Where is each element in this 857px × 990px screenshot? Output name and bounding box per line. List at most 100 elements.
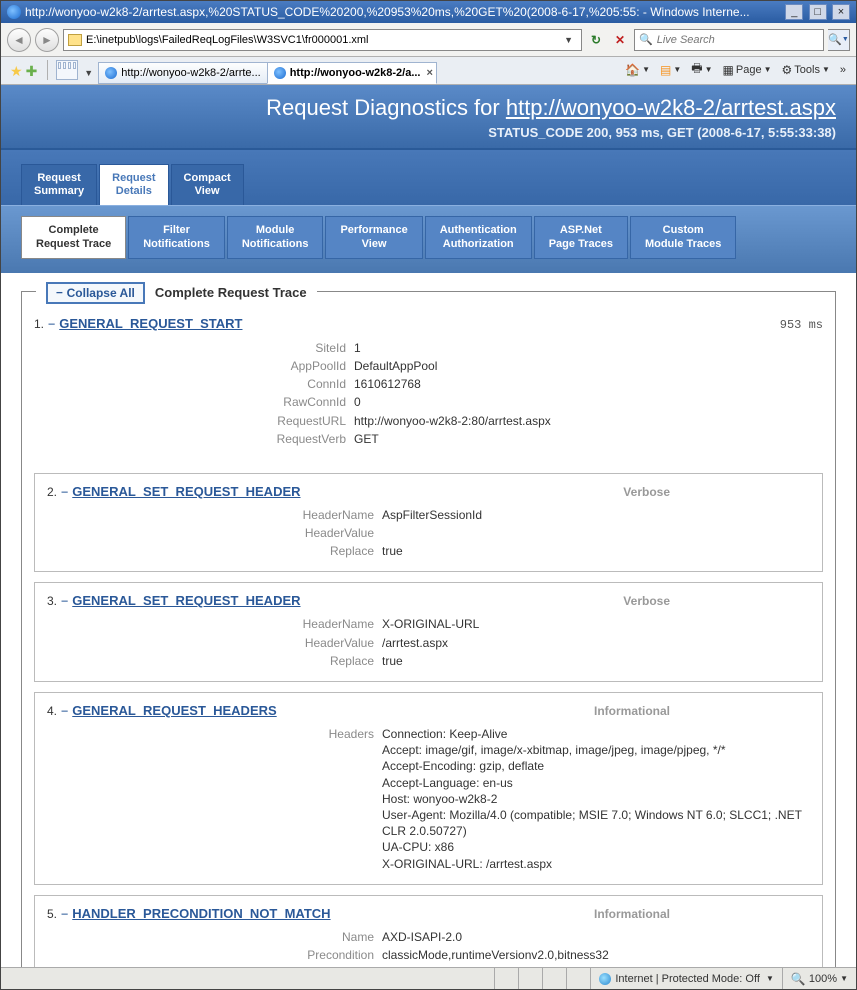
property-key: HeaderName — [47, 507, 382, 523]
property-value: X-ORIGINAL-URL — [382, 616, 810, 632]
property-value: AXD-ISAPI-2.0 — [382, 929, 810, 945]
property-row: PreconditionclassicMode,runtimeVersionv2… — [47, 947, 810, 963]
close-tab-icon[interactable]: × — [427, 67, 433, 79]
property-value: true — [382, 543, 810, 559]
sub-tab[interactable]: CustomModule Traces — [630, 216, 736, 258]
event-level: Verbose — [623, 485, 810, 499]
trace-event: 3.−GENERAL_SET_REQUEST_HEADERVerboseHead… — [34, 582, 823, 682]
sub-tab[interactable]: PerformanceView — [325, 216, 422, 258]
event-name[interactable]: GENERAL_SET_REQUEST_HEADER — [72, 593, 300, 608]
status-zone[interactable]: Internet | Protected Mode: Off ▼ — [590, 968, 782, 989]
feeds-button[interactable]: ▤▼ — [656, 63, 685, 77]
property-row: Replacetrue — [47, 543, 810, 559]
sub-tab[interactable]: CompleteRequest Trace — [21, 216, 126, 258]
event-number: 4. — [47, 704, 57, 718]
trace-fieldset: −Collapse All Complete Request Trace 1.−… — [21, 291, 836, 967]
minimize-button[interactable]: _ — [785, 4, 803, 20]
main-tab[interactable]: RequestDetails — [99, 164, 168, 205]
address-dropdown-icon[interactable]: ▼ — [560, 35, 577, 45]
main-tab[interactable]: CompactView — [171, 164, 244, 205]
request-url-link[interactable]: http://wonyoo-w2k8-2/arrtest.aspx — [506, 95, 836, 120]
refresh-button[interactable]: ↻ — [586, 30, 606, 50]
event-toggle[interactable]: − — [61, 594, 68, 608]
event-name[interactable]: GENERAL_REQUEST_HEADERS — [72, 703, 276, 718]
address-bar[interactable]: ▼ — [63, 29, 582, 51]
event-level: Informational — [594, 704, 810, 718]
property-row: RequestURLhttp://wonyoo-w2k8-2:80/arrtes… — [34, 413, 823, 429]
sub-tab[interactable]: ASP.NetPage Traces — [534, 216, 628, 258]
status-segment — [542, 968, 566, 989]
stop-button[interactable]: ✕ — [610, 30, 630, 50]
search-go-button[interactable]: 🔍▼ — [828, 29, 850, 51]
sub-tab[interactable]: ModuleNotifications — [227, 216, 324, 258]
property-row: NameAXD-ISAPI-2.0 — [47, 929, 810, 945]
event-number: 5. — [47, 907, 57, 921]
property-value — [382, 525, 810, 541]
event-name[interactable]: GENERAL_SET_REQUEST_HEADER — [72, 484, 300, 499]
event-number: 3. — [47, 594, 57, 608]
search-input[interactable] — [657, 34, 819, 46]
event-toggle[interactable]: − — [61, 704, 68, 718]
property-value: 1 — [354, 340, 823, 356]
event-toggle[interactable]: − — [61, 907, 68, 921]
back-button[interactable]: ◄ — [7, 28, 31, 52]
search-box[interactable]: 🔍 — [634, 29, 824, 51]
event-number: 2. — [47, 485, 57, 499]
property-row: SiteId1 — [34, 340, 823, 356]
tabs-dropdown-icon[interactable]: ▼ — [84, 68, 96, 78]
favorites-icon[interactable]: ★ — [10, 63, 23, 80]
property-row: HeadersConnection: Keep-AliveAccept: ima… — [47, 726, 810, 872]
tools-menu[interactable]: ⚙Tools▼ — [778, 63, 834, 77]
event-toggle[interactable]: − — [48, 317, 55, 331]
page-menu[interactable]: ▦Page▼ — [719, 63, 776, 77]
property-value: AspFilterSessionId — [382, 507, 810, 523]
status-segment — [566, 968, 590, 989]
main-tab[interactable]: RequestSummary — [21, 164, 97, 205]
status-bar: Internet | Protected Mode: Off ▼ 🔍100% ▼ — [1, 967, 856, 989]
address-input[interactable] — [86, 34, 560, 46]
status-segment — [518, 968, 542, 989]
event-name[interactable]: HANDLER_PRECONDITION_NOT_MATCH — [72, 906, 330, 921]
tab-bar: ★ ✚ ▼ http://wonyoo-w2k8-2/arrte...http:… — [1, 57, 856, 85]
ie-icon — [7, 5, 21, 19]
forward-button[interactable]: ► — [35, 28, 59, 52]
quick-tabs-button[interactable] — [56, 60, 78, 80]
sub-tabs: CompleteRequest TraceFilterNotifications… — [21, 216, 836, 258]
status-segment — [494, 968, 518, 989]
divider — [47, 60, 48, 80]
event-toggle[interactable]: − — [61, 485, 68, 499]
property-value: DefaultAppPool — [354, 358, 823, 374]
command-overflow[interactable]: » — [836, 64, 850, 76]
window-title-bar: http://wonyoo-w2k8-2/arrtest.aspx,%20STA… — [1, 1, 856, 23]
property-row: Replacetrue — [47, 653, 810, 669]
property-key: Precondition — [47, 947, 382, 963]
page-title: Request Diagnostics for http://wonyoo-w2… — [21, 95, 836, 121]
close-button[interactable]: × — [832, 4, 850, 20]
sub-tab[interactable]: AuthenticationAuthorization — [425, 216, 532, 258]
property-row: RequestVerbGET — [34, 431, 823, 447]
event-number: 1. — [34, 317, 44, 331]
zoom-control[interactable]: 🔍100% ▼ — [782, 968, 856, 989]
property-row: ConnId1610612768 — [34, 376, 823, 392]
print-button[interactable]: 🖶▼ — [687, 59, 716, 80]
sub-tab[interactable]: FilterNotifications — [128, 216, 225, 258]
add-favorite-icon[interactable]: ✚ — [26, 63, 38, 80]
property-row: RawConnId0 — [34, 394, 823, 410]
home-button[interactable]: 🏠▼ — [621, 63, 654, 77]
browser-tab[interactable]: http://wonyoo-w2k8-2/a...× — [267, 62, 437, 84]
browser-tab[interactable]: http://wonyoo-w2k8-2/arrte... — [98, 62, 267, 84]
maximize-button[interactable]: □ — [809, 4, 827, 20]
folder-icon — [68, 34, 82, 46]
nav-bar: ◄ ► ▼ ↻ ✕ 🔍 🔍▼ — [1, 23, 856, 57]
property-key: HeaderName — [47, 616, 382, 632]
property-value: http://wonyoo-w2k8-2:80/arrtest.aspx — [354, 413, 823, 429]
property-key: SiteId — [34, 340, 354, 356]
event-name[interactable]: GENERAL_REQUEST_START — [59, 316, 242, 331]
collapse-all-button[interactable]: −Collapse All — [46, 282, 145, 304]
ie-icon — [105, 67, 117, 79]
main-tabs: RequestSummaryRequestDetailsCompactView — [21, 164, 836, 205]
search-icon: 🔍 — [639, 33, 653, 46]
property-key: HeaderValue — [47, 525, 382, 541]
property-row: AppPoolIdDefaultAppPool — [34, 358, 823, 374]
property-key: Headers — [47, 726, 382, 872]
